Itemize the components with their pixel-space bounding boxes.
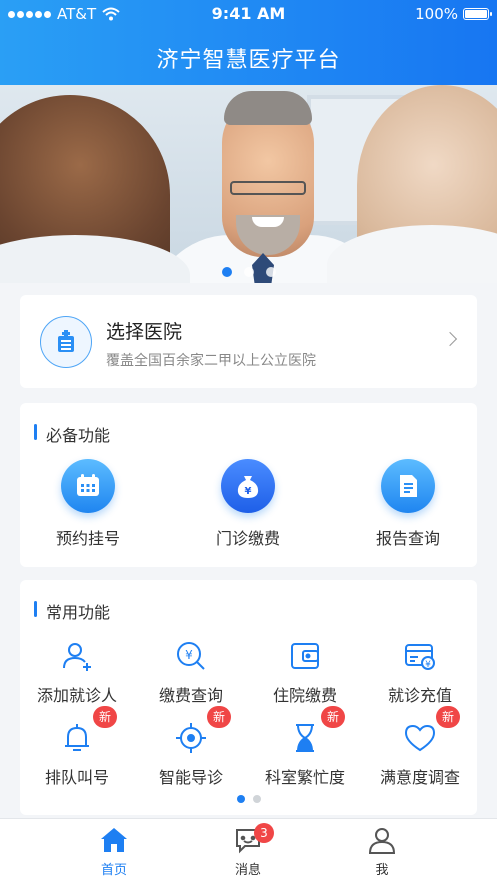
svg-text:¥: ¥ — [245, 486, 252, 497]
new-badge: 新 — [436, 706, 460, 728]
add-patient-button[interactable]: 添加就诊人 — [22, 636, 132, 706]
payment-query-button[interactable]: ¥ 缴费查询 — [136, 636, 246, 706]
banner-carousel[interactable] — [0, 85, 497, 283]
outpatient-payment-button[interactable]: ¥ 门诊缴费 — [188, 459, 308, 549]
calendar-icon — [61, 459, 115, 513]
recharge-button[interactable]: ¥ 就诊充值 — [365, 636, 475, 706]
home-icon — [54, 825, 174, 855]
recharge-label: 就诊充值 — [387, 686, 452, 705]
battery-icon — [463, 8, 492, 20]
payment-search-icon: ¥ — [171, 636, 211, 676]
select-hospital-subtitle: 覆盖全国百余家二甲以上公立医院 — [106, 353, 316, 369]
outpatient-payment-label: 门诊缴费 — [215, 529, 280, 548]
bell-icon: 新 — [57, 706, 117, 758]
svg-text:¥: ¥ — [185, 648, 193, 662]
chevron-right-icon — [442, 331, 458, 347]
tab-messages-label: 消息 — [234, 863, 261, 878]
payment-query-label: 缴费查询 — [158, 686, 223, 705]
essential-functions-card: 必备功能 预约挂号 ¥ 门诊缴费 报告查询 — [20, 403, 477, 567]
tab-home[interactable]: 首页 — [54, 825, 174, 878]
report-query-label: 报告查询 — [375, 529, 440, 548]
smart-guide-label: 智能导诊 — [158, 768, 223, 787]
new-badge: 新 — [207, 706, 231, 728]
money-bag-icon: ¥ — [221, 459, 275, 513]
page-dot[interactable] — [252, 795, 261, 803]
page-title: 济宁智慧医疗平台 — [156, 48, 341, 73]
inpatient-payment-button[interactable]: 住院缴费 — [250, 636, 360, 706]
department-busyness-label: 科室繁忙度 — [264, 768, 345, 787]
target-icon: 新 — [171, 706, 231, 758]
report-query-button[interactable]: 报告查询 — [348, 459, 468, 549]
functions-pagination — [20, 795, 477, 803]
tab-messages[interactable]: 3 消息 — [188, 823, 308, 878]
banner-pagination — [0, 267, 497, 277]
appointment-label: 预约挂号 — [55, 529, 120, 548]
section-title: 常用功能 — [34, 599, 110, 623]
banner-dot[interactable] — [265, 267, 276, 277]
heart-icon: 新 — [400, 706, 460, 758]
tab-home-label: 首页 — [100, 863, 127, 878]
add-patient-label: 添加就诊人 — [36, 686, 117, 705]
common-functions-card: 常用功能 添加就诊人 ¥ 缴费查询 住院缴费 ¥ 就诊充值 新 排队叫号 新 智… — [20, 580, 477, 815]
battery-percent: 100% — [415, 5, 458, 23]
message-count-badge: 3 — [254, 823, 274, 843]
add-user-icon — [57, 636, 97, 676]
svg-text:¥: ¥ — [425, 660, 431, 670]
hospital-icon — [40, 316, 92, 368]
message-icon: 3 — [188, 823, 308, 855]
user-icon — [322, 825, 442, 855]
queue-call-button[interactable]: 新 排队叫号 — [22, 706, 132, 788]
banner-dot[interactable] — [221, 267, 232, 277]
select-hospital-card[interactable]: 选择医院 覆盖全国百余家二甲以上公立医院 — [20, 295, 477, 388]
section-title: 必备功能 — [34, 422, 110, 446]
new-badge: 新 — [93, 706, 117, 728]
card-recharge-icon: ¥ — [400, 636, 440, 676]
satisfaction-survey-button[interactable]: 新 满意度调查 — [365, 706, 475, 788]
appointment-button[interactable]: 预约挂号 — [28, 459, 148, 549]
satisfaction-survey-label: 满意度调查 — [379, 768, 460, 787]
tab-me[interactable]: 我 — [322, 825, 442, 878]
hourglass-icon: 新 — [285, 706, 345, 758]
report-icon — [381, 459, 435, 513]
new-badge: 新 — [321, 706, 345, 728]
department-busyness-button[interactable]: 新 科室繁忙度 — [250, 706, 360, 788]
page-dot[interactable] — [236, 795, 245, 803]
status-bar: AT&T 9:41 AM 100% — [0, 0, 497, 28]
wallet-icon — [285, 636, 325, 676]
queue-call-label: 排队叫号 — [44, 768, 109, 787]
tab-me-label: 我 — [375, 863, 389, 878]
select-hospital-title: 选择医院 — [106, 321, 183, 343]
smart-guide-button[interactable]: 新 智能导诊 — [136, 706, 246, 788]
bottom-tab-bar: 首页 3 消息 我 — [0, 818, 497, 883]
banner-dot[interactable] — [243, 267, 254, 277]
inpatient-payment-label: 住院缴费 — [272, 686, 337, 705]
